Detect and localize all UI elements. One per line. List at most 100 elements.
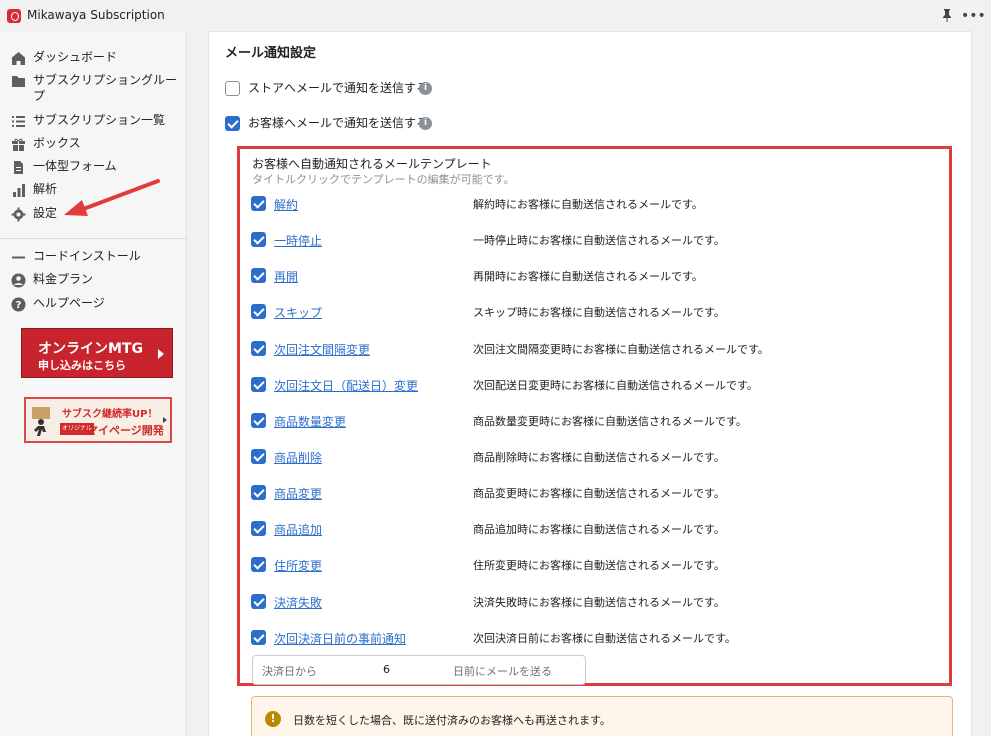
sidebar-item-dashboard[interactable]: ダッシュボード [0,49,186,69]
template-description: 次回注文間隔変更時にお客様に自動送信されるメールです。 [473,343,769,356]
template-description: 一時停止時にお客様に自動送信されるメールです。 [473,234,725,247]
online-mtg-banner[interactable]: オンラインMTG 申し込みはこちら [21,328,173,378]
sidebar-item-subscription-list[interactable]: サブスクリプション一覧 [0,112,186,132]
template-row: 商品数量変更 商品数量変更時にお客様に自動送信されるメールです。 [251,412,941,430]
sidebar-divider [0,238,186,239]
bar-chart-icon [13,184,25,197]
days-field-value[interactable]: 6 [383,663,390,676]
template-checkbox[interactable] [251,232,266,247]
template-description: 商品数量変更時にお客様に自動送信されるメールです。 [473,415,747,428]
sidebar-item-subscription-groups[interactable]: サブスクリプショングループ [0,72,186,106]
template-description: 商品追加時にお客様に自動送信されるメールです。 [473,523,725,536]
template-description: スキップ時にお客様に自動送信されるメールです。 [473,306,725,319]
template-description: 解約時にお客様に自動送信されるメールです。 [473,198,703,211]
app-logo-icon [7,9,21,23]
template-checkbox[interactable] [251,630,266,645]
warning-text: 日数を短くした場合、既に送付済みのお客様へも再送されます。 [293,714,611,727]
template-link[interactable]: 一時停止 [274,232,322,249]
pin-icon[interactable] [941,8,953,22]
person-illustration-icon [32,407,50,436]
template-link[interactable]: 次回注文間隔変更 [274,341,370,358]
template-link[interactable]: スキップ [274,304,322,321]
more-icon[interactable]: ••• [961,8,986,24]
template-description: 次回決済日前にお客様に自動送信されるメールです。 [473,632,736,645]
sidebar-item-code-install[interactable]: コードインストール [0,248,186,268]
template-row: 商品変更 商品変更時にお客様に自動送信されるメールです。 [251,484,941,502]
template-row: 再開 再開時にお客様に自動送信されるメールです。 [251,267,941,285]
days-field-suffix: 日前にメールを送る [453,665,552,678]
store-email-label: ストアへメールで通知を送信する [248,81,429,95]
template-link[interactable]: 商品追加 [274,521,322,538]
info-icon[interactable]: i [419,117,432,130]
sidebar-item-label: 一体型フォーム [33,159,117,173]
app-title: Mikawaya Subscription [27,8,165,22]
template-link[interactable]: 商品数量変更 [274,413,346,430]
template-row: スキップ スキップ時にお客様に自動送信されるメールです。 [251,303,941,321]
sidebar-item-help[interactable]: ? ヘルプページ [0,295,186,315]
template-description: 再開時にお客様に自動送信されるメールです。 [473,270,703,283]
code-icon [12,256,25,259]
sidebar: ダッシュボード サブスクリプショングループ サブスクリプション一覧 ボックス 一… [0,32,187,736]
annotation-arrow-icon [64,179,160,216]
user-circle-icon [11,273,26,288]
template-list-box: お客様へ自動通知されるメールテンプレート タイトルクリックでテンプレートの編集が… [237,146,952,686]
template-row: 次回注文間隔変更 次回注文間隔変更時にお客様に自動送信されるメールです。 [251,340,941,358]
help-icon: ? [11,297,26,312]
template-link[interactable]: 次回決済日前の事前通知 [274,630,406,647]
template-checkbox[interactable] [251,341,266,356]
template-row: 決済失敗 決済失敗時にお客様に自動送信されるメールです。 [251,593,941,611]
gift-icon [12,138,25,151]
template-description: 商品変更時にお客様に自動送信されるメールです。 [473,487,725,500]
play-arrow-icon [163,417,167,423]
template-checkbox[interactable] [251,377,266,392]
document-icon [14,161,23,174]
template-link[interactable]: 住所変更 [274,557,322,574]
template-link[interactable]: 決済失敗 [274,594,322,611]
template-checkbox[interactable] [251,557,266,572]
template-checkbox[interactable] [251,413,266,428]
template-description: 次回配送日変更時にお客様に自動送信されるメールです。 [473,379,758,392]
sidebar-item-label: ダッシュボード [33,50,118,64]
settings-card: メール通知設定 ストアへメールで通知を送信する i お客様へメールで通知を送信す… [209,32,971,736]
sidebar-item-label: サブスクリプション一覧 [33,113,166,127]
store-email-option[interactable]: ストアへメールで通知を送信する i [225,80,455,98]
warning-banner: ! 日数を短くした場合、既に送付済みのお客様へも再送されます。 [251,696,953,736]
sidebar-item-label: ボックス [33,136,81,150]
notice-days-field[interactable]: 決済日から 6 日前にメールを送る [252,655,586,685]
template-description: 決済失敗時にお客様に自動送信されるメールです。 [473,596,725,609]
sidebar-item-pricing[interactable]: 料金プラン [0,271,186,291]
template-link[interactable]: 解約 [274,196,298,213]
template-row: 住所変更 住所変更時にお客様に自動送信されるメールです。 [251,556,941,574]
template-checkbox[interactable] [251,485,266,500]
home-icon [12,52,25,65]
store-email-checkbox[interactable] [225,81,240,96]
info-icon[interactable]: i [419,82,432,95]
template-checkbox[interactable] [251,268,266,283]
template-checkbox[interactable] [251,594,266,609]
template-description: 住所変更時にお客様に自動送信されるメールです。 [473,559,725,572]
template-link[interactable]: 商品変更 [274,485,322,502]
sidebar-item-label: 料金プラン [33,272,94,286]
mypage-dev-banner[interactable]: サブスク継続率UP！ オリジナル マイページ開発 [24,397,172,443]
template-row: 次回注文日（配送日）変更 次回配送日変更時にお客様に自動送信されるメールです。 [251,376,941,394]
banner-title: サブスク継続率UP！ [62,409,158,420]
sidebar-item-form[interactable]: 一体型フォーム [0,158,186,178]
customer-email-option[interactable]: お客様へメールで通知を送信する i [225,115,455,133]
template-link[interactable]: 再開 [274,268,298,285]
template-checkbox[interactable] [251,304,266,319]
customer-email-label: お客様へメールで通知を送信する [248,116,429,130]
days-field-prefix: 決済日から [262,665,317,678]
banner-title: オンラインMTG [38,341,143,357]
template-link[interactable]: 次回注文日（配送日）変更 [274,377,418,394]
sidebar-item-box[interactable]: ボックス [0,135,186,155]
template-row: 解約 解約時にお客様に自動送信されるメールです。 [251,195,941,213]
template-link[interactable]: 商品削除 [274,449,322,466]
template-checkbox[interactable] [251,449,266,464]
gear-icon [11,207,26,222]
template-checkbox[interactable] [251,196,266,211]
customer-email-checkbox[interactable] [225,116,240,131]
title-bar: Mikawaya Subscription ••• [0,0,991,32]
template-checkbox[interactable] [251,521,266,536]
section-title: メール通知設定 [225,46,317,61]
warning-icon: ! [265,711,281,727]
